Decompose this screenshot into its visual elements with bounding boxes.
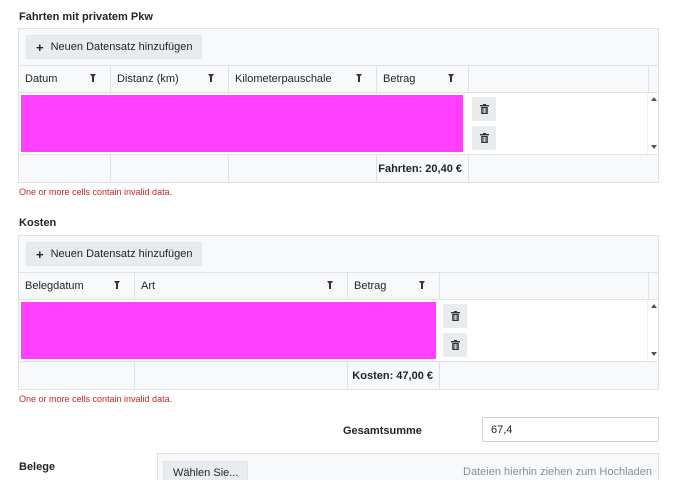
kosten-add-label: Neuen Datensatz hinzufügen [50,248,193,260]
trash-icon [479,104,489,114]
fahrten-body [19,93,658,155]
delete-row-button[interactable] [472,126,496,150]
trash-icon [479,133,489,143]
kosten-title: Kosten [19,217,57,229]
scroll-down-icon[interactable] [651,352,657,356]
choose-files-button[interactable]: Wählen Sie... [163,461,249,480]
delete-row-button[interactable] [443,304,467,328]
delete-row-button[interactable] [472,97,496,121]
column-header-betrag[interactable]: Betrag [348,273,440,299]
fahrten-scrollbar[interactable] [647,93,658,154]
filter-icon[interactable] [356,74,362,82]
kosten-grid: + Neuen Datensatz hinzufügen Belegdatum … [18,235,659,390]
gesamtsumme-input[interactable] [482,417,659,442]
column-header-betrag[interactable]: Betrag [377,66,469,92]
column-header-actions [440,273,649,299]
filter-icon[interactable] [327,281,333,289]
column-header-belegdatum[interactable]: Belegdatum [19,273,135,299]
fahrten-add-button[interactable]: + Neuen Datensatz hinzufügen [26,35,203,59]
column-header-actions [469,66,649,92]
drop-hint: Dateien hierhin ziehen zum Hochladen [463,466,652,478]
column-header-datum[interactable]: Datum [19,66,111,92]
trash-icon [450,340,460,350]
file-upload-dropzone[interactable]: Wählen Sie... Dateien hierhin ziehen zum… [157,453,659,480]
filter-icon[interactable] [208,74,214,82]
fahrten-toolbar: + Neuen Datensatz hinzufügen [19,29,658,66]
kosten-rows[interactable] [21,302,436,359]
column-header-art[interactable]: Art [135,273,348,299]
kosten-body [19,300,658,362]
plus-icon: + [36,246,44,262]
kosten-total: Kosten: 47,00 € [348,362,440,389]
filter-icon[interactable] [448,74,454,82]
filter-icon[interactable] [90,74,96,82]
fahrten-header: Datum Distanz (km) Kilometerpauschale Be… [19,66,658,93]
trash-icon [450,311,460,321]
delete-row-button[interactable] [443,333,467,357]
scroll-down-icon[interactable] [651,145,657,149]
gesamtsumme-label: Gesamtsumme [343,425,422,437]
plus-icon: + [36,39,44,55]
scroll-up-icon[interactable] [651,304,657,308]
kosten-error: One or more cells contain invalid data. [19,394,173,404]
kosten-scrollbar[interactable] [647,300,658,361]
kosten-footer: Kosten: 47,00 € [19,362,658,389]
fahrten-rows[interactable] [21,95,463,152]
kosten-header: Belegdatum Art Betrag [19,273,658,300]
fahrten-total: Fahrten: 20,40 € [377,155,469,182]
fahrten-title: Fahrten mit privatem Pkw [19,11,153,23]
filter-icon[interactable] [419,281,425,289]
filter-icon[interactable] [114,281,120,289]
column-header-distanz[interactable]: Distanz (km) [111,66,229,92]
fahrten-footer: Fahrten: 20,40 € [19,155,658,182]
scroll-up-icon[interactable] [651,97,657,101]
fahrten-add-label: Neuen Datensatz hinzufügen [50,41,193,53]
kosten-toolbar: + Neuen Datensatz hinzufügen [19,236,658,273]
fahrten-error: One or more cells contain invalid data. [19,187,173,197]
fahrten-grid: + Neuen Datensatz hinzufügen Datum Dista… [18,28,659,183]
kosten-add-button[interactable]: + Neuen Datensatz hinzufügen [26,242,203,266]
belege-label: Belege [19,461,56,473]
column-header-kilometerpauschale[interactable]: Kilometerpauschale [229,66,377,92]
